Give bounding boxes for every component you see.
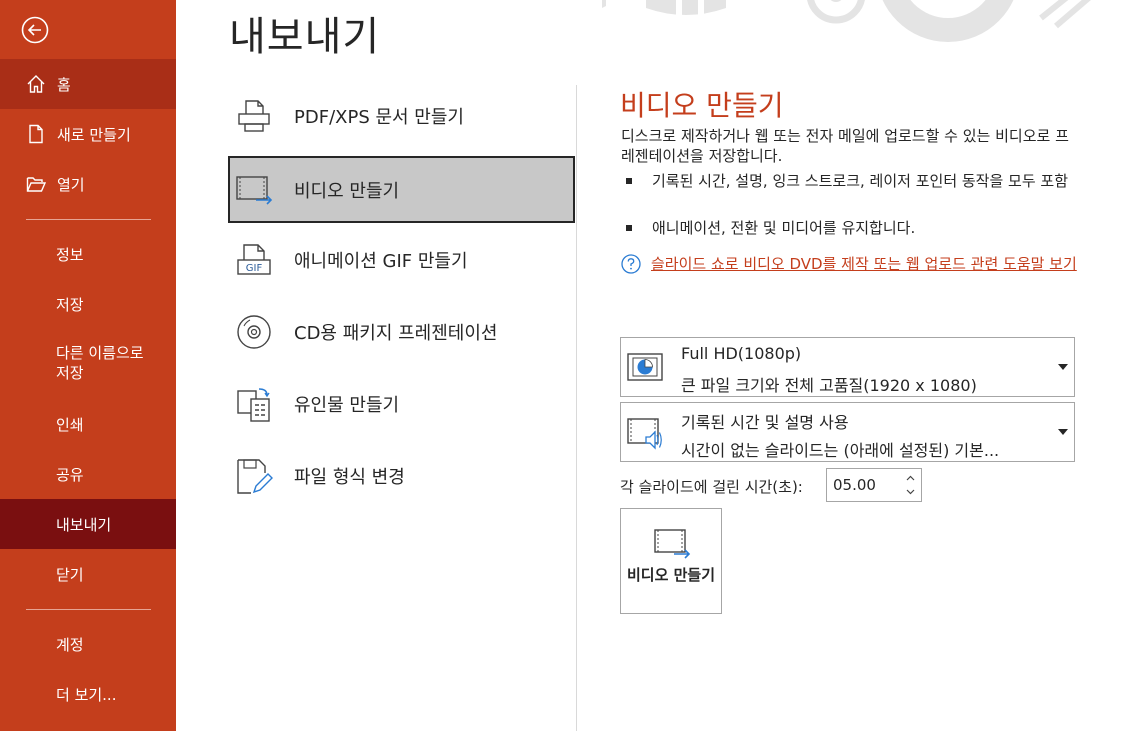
back-button[interactable]: [20, 15, 50, 45]
spinner-down-button[interactable]: [903, 485, 917, 499]
feature-bullet: 애니메이션, 전환 및 미디어를 유지합니다.: [626, 218, 1076, 238]
folder-open-icon: [25, 173, 47, 195]
sidebar-item-info[interactable]: 정보: [0, 229, 176, 279]
export-option-label: PDF/XPS 문서 만들기: [294, 107, 464, 128]
sidebar-item-share[interactable]: 공유: [0, 449, 176, 499]
help-link-row: 슬라이드 쇼로 비디오 DVD를 제작 또는 웹 업로드 관련 도움말 보기: [621, 254, 1081, 274]
sidebar-item-label: 닫기: [56, 565, 84, 584]
cd-icon: [234, 312, 274, 352]
slide-duration-input[interactable]: [833, 475, 893, 495]
home-icon: [25, 73, 47, 95]
detail-title: 비디오 만들기: [620, 89, 784, 122]
sidebar-item-label: 계정: [56, 635, 84, 654]
sidebar-item-print[interactable]: 인쇄: [0, 399, 176, 449]
backstage-sidebar: 홈 새로 만들기 열기 정보 저장 다른 이름으로 저장 인쇄 공유 내보내기 …: [0, 0, 176, 731]
quality-subtitle: 큰 파일 크기와 전체 고품질(1920 x 1080): [681, 376, 977, 395]
detail-description: 디스크로 제작하거나 웹 또는 전자 메일에 업로드할 수 있는 비디오로 프레…: [621, 127, 1069, 165]
chevron-down-icon: [1058, 364, 1068, 370]
sidebar-item-home[interactable]: 홈: [0, 59, 176, 109]
bullet-text: 애니메이션, 전환 및 미디어를 유지합니다.: [652, 219, 916, 237]
chevron-down-icon: [1058, 429, 1068, 435]
narration-dropdown[interactable]: 기록된 시간 및 설명 사용 시간이 없는 슬라이드는 (아래에 설정된) 기본…: [620, 402, 1075, 462]
video-export-icon: [234, 170, 274, 210]
sidebar-item-label: 열기: [57, 175, 85, 194]
export-option-handouts[interactable]: 유인물 만들기: [228, 372, 575, 436]
sidebar-item-save-as[interactable]: 다른 이름으로 저장: [0, 333, 176, 393]
sidebar-item-export[interactable]: 내보내기: [0, 499, 176, 549]
sidebar-item-label: 인쇄: [56, 415, 84, 434]
export-option-label: 유인물 만들기: [294, 395, 400, 416]
export-option-label: 비디오 만들기: [294, 180, 400, 202]
export-option-gif[interactable]: GIF 애니메이션 GIF 만들기: [228, 228, 575, 292]
handout-icon: [234, 384, 274, 424]
sidebar-item-more[interactable]: 더 보기...: [0, 669, 176, 719]
sidebar-divider: [26, 219, 151, 220]
sidebar-item-label: 저장: [56, 295, 84, 314]
pane-separator: [576, 85, 577, 731]
sidebar-item-open[interactable]: 열기: [0, 159, 176, 209]
sidebar-item-label: 홈: [57, 75, 71, 94]
sidebar-item-save[interactable]: 저장: [0, 279, 176, 329]
sidebar-item-close[interactable]: 닫기: [0, 549, 176, 599]
chevron-down-icon: [906, 489, 914, 495]
bullet-text: 기록된 시간, 설명, 잉크 스트로크, 레이저 포인터 동작을 모두 포함: [652, 172, 1069, 190]
timing-narration-icon: [627, 418, 662, 450]
file-edit-icon: [234, 456, 274, 496]
bullet-marker: [626, 178, 632, 184]
slide-duration-label: 각 슬라이드에 걸린 시간(초):: [620, 478, 803, 496]
header-decoration-graphic: [602, 0, 1091, 42]
quality-title: Full HD(1080p): [681, 344, 802, 363]
sidebar-item-new[interactable]: 새로 만들기: [0, 109, 176, 159]
export-option-label: CD용 패키지 프레젠테이션: [294, 323, 498, 344]
svg-text:GIF: GIF: [246, 263, 263, 274]
sidebar-item-account[interactable]: 계정: [0, 619, 176, 669]
narration-title: 기록된 시간 및 설명 사용: [681, 413, 849, 432]
video-quality-dropdown[interactable]: Full HD(1080p) 큰 파일 크기와 전체 고품질(1920 x 10…: [620, 337, 1075, 397]
export-option-pdf[interactable]: PDF/XPS 문서 만들기: [228, 84, 575, 148]
help-link[interactable]: 슬라이드 쇼로 비디오 DVD를 제작 또는 웹 업로드 관련 도움말 보기: [651, 254, 1081, 274]
page-title: 내보내기: [229, 14, 381, 60]
spinner-up-button[interactable]: [903, 471, 917, 485]
create-video-button[interactable]: 비디오 만들기: [620, 508, 722, 614]
video-export-icon: [654, 529, 691, 559]
bullet-marker: [626, 225, 632, 231]
export-option-video[interactable]: 비디오 만들기: [228, 156, 575, 223]
printer-pdf-icon: [234, 96, 274, 136]
create-video-button-label: 비디오 만들기: [626, 566, 716, 584]
chevron-up-icon: [906, 475, 914, 481]
feature-bullet: 기록된 시간, 설명, 잉크 스트로크, 레이저 포인터 동작을 모두 포함: [626, 171, 1076, 191]
new-document-icon: [25, 123, 47, 145]
narration-subtitle: 시간이 없는 슬라이드는 (아래에 설정된) 기본...: [681, 441, 1000, 460]
presentation-quality-icon: [627, 353, 663, 381]
export-option-change-file-type[interactable]: 파일 형식 변경: [228, 444, 575, 508]
slide-duration-spinner: [826, 468, 922, 502]
sidebar-item-label: 공유: [56, 465, 84, 484]
sidebar-item-label: 내보내기: [56, 515, 112, 534]
export-option-cd-package[interactable]: CD용 패키지 프레젠테이션: [228, 300, 575, 364]
sidebar-divider: [26, 609, 151, 610]
gif-icon: GIF: [234, 240, 274, 280]
export-option-label: 파일 형식 변경: [294, 467, 405, 488]
sidebar-item-label: 다른 이름으로 저장: [56, 344, 144, 382]
sidebar-item-label: 새로 만들기: [57, 125, 131, 144]
sidebar-item-label: 정보: [56, 245, 84, 264]
sidebar-item-label: 더 보기...: [56, 685, 117, 704]
help-icon: [621, 254, 641, 274]
export-option-label: 애니메이션 GIF 만들기: [294, 251, 468, 272]
back-arrow-icon: [21, 16, 49, 44]
